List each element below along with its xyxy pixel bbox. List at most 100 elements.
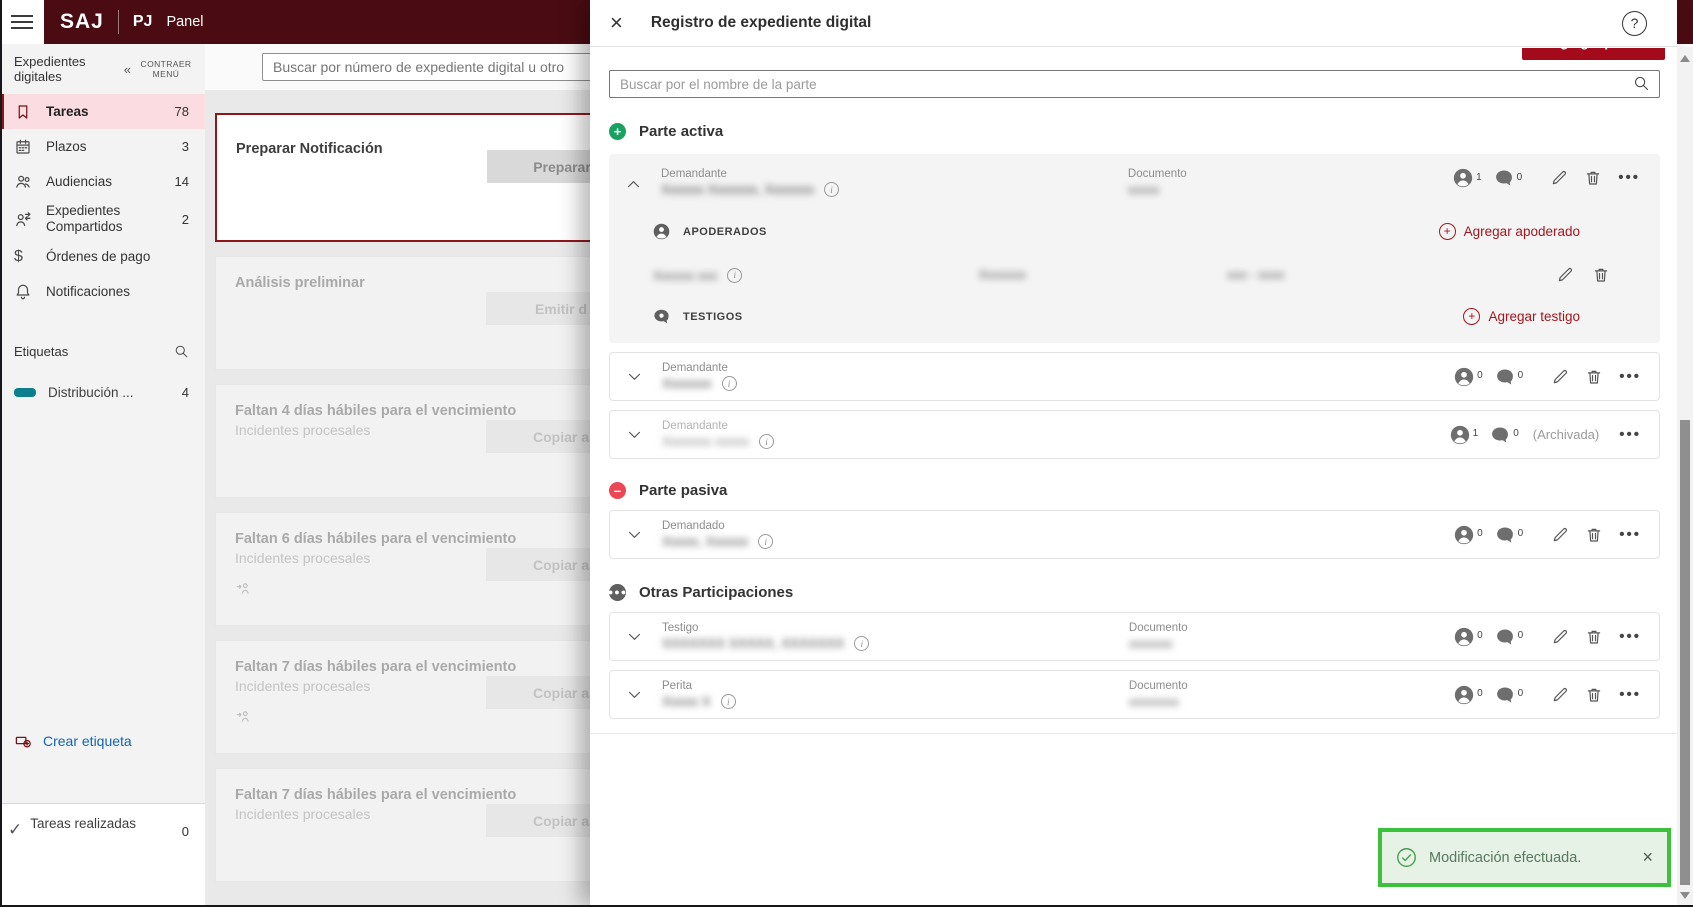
comment-count-icon[interactable] bbox=[1490, 425, 1510, 445]
apoderado-type-redacted: Xxxxxxx bbox=[978, 267, 1027, 282]
create-label-button[interactable]: Crear etiqueta bbox=[0, 731, 146, 750]
modal-title: Registro de expediente digital bbox=[650, 14, 872, 31]
document-label: Documento bbox=[1128, 622, 1188, 634]
add-apoderado-button[interactable]: + Agregar apoderado bbox=[1438, 223, 1580, 240]
delete-icon[interactable] bbox=[1592, 266, 1610, 284]
person-count-icon[interactable] bbox=[1454, 525, 1474, 545]
edit-icon[interactable] bbox=[1550, 169, 1568, 187]
tasks-done-count: 0 bbox=[181, 824, 189, 839]
labels-section-title: Etiquetas bbox=[14, 343, 69, 359]
delete-icon[interactable] bbox=[1585, 526, 1603, 544]
info-icon[interactable]: i bbox=[854, 636, 870, 651]
chevron-down-icon[interactable] bbox=[626, 686, 648, 703]
sidebar-title: Expedientes digitales bbox=[14, 54, 86, 84]
registro-expediente-modal: × Registro de expediente digital ? Agreg… bbox=[590, 0, 1677, 905]
sidebar-item-notificaciones[interactable]: Notificaciones bbox=[0, 274, 205, 309]
info-icon[interactable]: i bbox=[824, 182, 840, 197]
party-row[interactable]: Testigo XXXXXXX XXXXX, XXXXXXX i Documen… bbox=[609, 612, 1660, 661]
sidebar-item-tareas[interactable]: Tareas 78 bbox=[0, 94, 205, 129]
more-icon[interactable]: ••• bbox=[1619, 369, 1641, 384]
tag-plus-icon bbox=[14, 731, 33, 750]
page-label: Panel bbox=[166, 14, 204, 30]
edit-icon[interactable] bbox=[1551, 526, 1569, 544]
chevron-down-icon[interactable] bbox=[626, 426, 648, 443]
shared-expedientes-icon bbox=[14, 210, 34, 229]
collapse-menu-button[interactable]: « CONTRAER MENÚ bbox=[124, 59, 195, 79]
person-badge-icon bbox=[653, 223, 670, 240]
edit-icon[interactable] bbox=[1551, 628, 1569, 646]
agregar-parte-button[interactable]: Agregar parte bbox=[1522, 48, 1665, 60]
edit-icon[interactable] bbox=[1551, 368, 1569, 386]
more-icon[interactable]: ••• bbox=[1619, 629, 1641, 644]
tasks-done-row[interactable]: ✓ Tareas realizadas 0 bbox=[0, 803, 205, 905]
document-label: Documento bbox=[1128, 680, 1188, 692]
comment-count-icon[interactable] bbox=[1495, 685, 1515, 705]
scroll-down-icon[interactable] bbox=[1680, 892, 1690, 899]
info-icon[interactable]: i bbox=[758, 534, 774, 549]
scroll-up-icon[interactable] bbox=[1680, 55, 1690, 62]
hamburger-icon[interactable] bbox=[0, 0, 44, 44]
party-row[interactable]: Demandante Xxxxxxx i 0 0 ••• bbox=[609, 352, 1660, 401]
info-icon[interactable]: i bbox=[759, 434, 775, 449]
close-icon[interactable]: × bbox=[1642, 847, 1653, 868]
party-role: Demandante bbox=[662, 420, 728, 432]
document-label: Documento bbox=[1127, 168, 1187, 180]
document-value-redacted: xxxxx bbox=[1127, 183, 1160, 197]
edit-icon[interactable] bbox=[1551, 686, 1569, 704]
close-icon[interactable]: × bbox=[610, 12, 623, 34]
delete-icon[interactable] bbox=[1585, 686, 1603, 704]
question-icon[interactable]: ? bbox=[1622, 10, 1647, 36]
apoderado-row[interactable]: Xxxxxx xxx i Xxxxxxx xxx - xxxx bbox=[653, 266, 1610, 284]
person-count-icon[interactable] bbox=[1454, 627, 1474, 647]
minus-circle-icon: – bbox=[609, 481, 626, 499]
comment-count-icon[interactable] bbox=[1495, 367, 1515, 387]
search-icon[interactable] bbox=[174, 344, 189, 359]
party-role: Demandado bbox=[662, 520, 725, 532]
sidebar-item-plazos[interactable]: Plazos 3 bbox=[0, 129, 205, 164]
more-icon[interactable]: ••• bbox=[1619, 527, 1641, 542]
person-count-icon[interactable] bbox=[1450, 425, 1470, 445]
sidebar-item-expedientes-compartidos[interactable]: Expedientes Compartidos 2 bbox=[0, 199, 205, 239]
check-circle-icon bbox=[1396, 847, 1417, 868]
add-testigo-button[interactable]: + Agregar testigo bbox=[1463, 308, 1580, 325]
edit-icon[interactable] bbox=[1556, 266, 1574, 284]
more-icon[interactable]: ••• bbox=[1619, 427, 1641, 442]
info-icon[interactable]: i bbox=[721, 376, 737, 391]
scrollbar-thumb[interactable] bbox=[1680, 420, 1690, 885]
party-card-expanded: Demandante Xxxxxx Xxxxxxx, Xxxxxxx i Doc… bbox=[609, 154, 1660, 343]
success-toast: Modificación efectuada. × bbox=[1378, 828, 1671, 887]
chevron-down-icon[interactable] bbox=[626, 526, 648, 543]
delete-icon[interactable] bbox=[1585, 628, 1603, 646]
party-row[interactable]: Demandante Xxxxxxx xxxxx i 1 0 (Archivad… bbox=[609, 410, 1660, 459]
info-icon[interactable]: i bbox=[720, 694, 736, 709]
tag-item[interactable]: Distribución ... 4 bbox=[0, 379, 205, 405]
party-row[interactable]: Demandado Xxxxx, Xxxxxx i 0 0 ••• bbox=[609, 510, 1660, 559]
modal-scrollbar[interactable] bbox=[1677, 47, 1693, 905]
add-circle-icon: + bbox=[1438, 223, 1456, 240]
chevron-down-icon[interactable] bbox=[626, 368, 648, 385]
chevron-up-icon[interactable] bbox=[625, 176, 647, 193]
sidebar-item-audiencias[interactable]: Audiencias 14 bbox=[0, 164, 205, 199]
magnifier-icon[interactable] bbox=[1633, 75, 1650, 92]
delete-icon[interactable] bbox=[1584, 169, 1602, 187]
info-icon[interactable]: i bbox=[727, 267, 743, 283]
party-search-input[interactable] bbox=[609, 70, 1660, 98]
delete-icon[interactable] bbox=[1585, 368, 1603, 386]
sidebar-item--rdenes-de-pago[interactable]: $ Órdenes de pago bbox=[0, 239, 205, 274]
create-label-text: Crear etiqueta bbox=[43, 732, 132, 749]
person-count-icon[interactable] bbox=[1454, 367, 1474, 387]
comment-count-icon[interactable] bbox=[1494, 168, 1514, 188]
comment-count-icon[interactable] bbox=[1495, 627, 1515, 647]
section-otras-participaciones: ●●● Otras Participaciones bbox=[607, 583, 794, 601]
person-count-icon[interactable] bbox=[1453, 168, 1473, 188]
check-icon: ✓ bbox=[8, 820, 23, 839]
person-count-icon[interactable] bbox=[1454, 685, 1474, 705]
chevron-down-icon[interactable] bbox=[626, 628, 648, 645]
more-icon[interactable]: ••• bbox=[1618, 170, 1640, 185]
party-role: Testigo bbox=[662, 622, 699, 634]
party-name-redacted: Xxxxxx Xxxxxxx, Xxxxxxx bbox=[661, 182, 815, 197]
more-icon[interactable]: ••• bbox=[1619, 687, 1641, 702]
comment-count-icon[interactable] bbox=[1495, 525, 1515, 545]
party-row[interactable]: Perita Xxxxx X i Documento xxxxxxxx 0 0 … bbox=[609, 670, 1660, 719]
toast-message: Modificación efectuada. bbox=[1429, 849, 1582, 866]
